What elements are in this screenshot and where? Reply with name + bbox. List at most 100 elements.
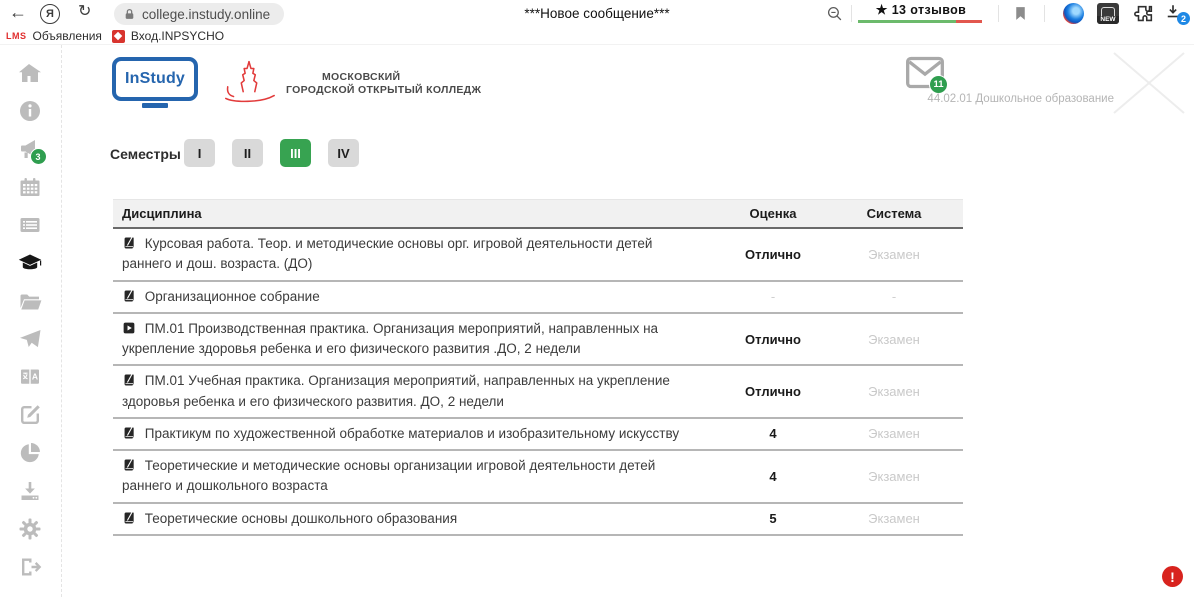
system-cell: Экзамен (825, 332, 963, 347)
bookmark-label: Объявления (33, 29, 102, 43)
lms-logo-icon: LMS (6, 31, 27, 41)
system-cell: Экзамен (825, 384, 963, 399)
system-cell: - (825, 289, 963, 304)
pie-chart-icon (18, 441, 42, 465)
address-bar[interactable]: college.instudy.online (114, 3, 284, 25)
yandex-browser-icon[interactable]: Я (40, 4, 60, 24)
instudy-logo[interactable]: InStudy (112, 57, 198, 108)
inpsycho-logo-icon (112, 30, 125, 43)
separator (851, 5, 852, 22)
home-icon (18, 61, 42, 85)
separator (1044, 5, 1045, 22)
sidebar-item-home[interactable] (18, 61, 44, 85)
reviews-label: 13 отзывов (892, 3, 967, 17)
semester-button-III[interactable]: III (280, 139, 311, 167)
college-name-line1: МОСКОВСКИЙ (322, 71, 481, 84)
sidebar-item-edit[interactable] (18, 403, 44, 427)
mail-count-badge: 11 (929, 75, 948, 94)
star-icon: ★ (876, 2, 888, 17)
sidebar: 3A (0, 45, 62, 597)
sidebar-item-folder[interactable] (18, 289, 44, 313)
discipline-cell: Теоретические и методические основы орга… (113, 456, 721, 497)
discipline-cell: Организационное собрание (113, 287, 721, 307)
sidebar-item-translate[interactable]: A (18, 365, 44, 389)
back-icon[interactable]: ← (9, 3, 27, 21)
table-row[interactable]: ПМ.01 Производственная практика. Организ… (113, 314, 963, 367)
graduation-cap-icon (18, 251, 42, 275)
mail-button[interactable]: 11 (905, 56, 951, 96)
download-arrow-icon (1170, 5, 1176, 13)
program-name: 44.02.01 Дошкольное образование (927, 93, 1114, 105)
semester-button-II[interactable]: II (232, 139, 263, 167)
table-row[interactable]: Организационное собрание-- (113, 282, 963, 314)
sidebar-item-calendar[interactable] (18, 175, 44, 199)
college-logo: МОСКОВСКИЙ ГОРОДСКОЙ ОТКРЫТЫЙ КОЛЛЕДЖ (220, 59, 481, 105)
new-badge: NEW (1097, 16, 1119, 24)
system-cell: Экзамен (825, 426, 963, 441)
discipline-cell: Курсовая работа. Теор. и методические ос… (113, 234, 721, 275)
info-icon (18, 99, 42, 123)
book-icon (122, 511, 136, 525)
table-row[interactable]: Практикум по художественной обработке ма… (113, 419, 963, 451)
bookmark-flag-icon[interactable] (1012, 4, 1029, 23)
kremlin-tower-icon (220, 59, 278, 105)
college-name-line2: ГОРОДСКОЙ ОТКРЫТЫЙ КОЛЛЕДЖ (286, 84, 481, 97)
refresh-icon[interactable]: ↻ (78, 3, 91, 21)
sidebar-item-megaphone[interactable]: 3 (18, 137, 44, 161)
url-text: college.instudy.online (142, 7, 270, 22)
sidebar-item-list-card[interactable] (18, 213, 44, 237)
play-icon (122, 321, 136, 335)
bookmark-item[interactable]: LMS Объявления (6, 29, 102, 43)
grade-cell: Отлично (721, 247, 825, 262)
gear-icon (18, 517, 42, 541)
discipline-cell: Теоретические основы дошкольного образов… (113, 509, 721, 529)
system-cell: Экзамен (825, 469, 963, 484)
sidebar-item-pie-chart[interactable] (18, 441, 44, 465)
brand-name: InStudy (125, 70, 185, 88)
lock-icon (123, 8, 136, 21)
downloads-button[interactable]: 2 (1164, 2, 1190, 26)
semester-buttons: IIIIIIIV (184, 139, 359, 167)
table-row[interactable]: Курсовая работа. Теор. и методические ос… (113, 229, 963, 282)
sidebar-item-download[interactable] (18, 479, 44, 503)
book-icon (122, 373, 136, 387)
book-icon (122, 236, 136, 250)
reviews-button[interactable]: ★ 13 отзывов (858, 2, 984, 23)
main-content: Семестры IIIIIIIV Дисциплина Оценка Сист… (62, 122, 1194, 597)
sidebar-item-logout[interactable] (18, 555, 44, 579)
discipline-cell: Практикум по художественной обработке ма… (113, 424, 721, 444)
send-icon (18, 327, 42, 351)
grades-table: Дисциплина Оценка Система Курсовая работ… (113, 199, 963, 536)
extension-new-icon[interactable]: NEW (1097, 3, 1119, 24)
list-card-icon (18, 213, 42, 237)
semester-button-IV[interactable]: IV (328, 139, 359, 167)
sidebar-item-graduation-cap[interactable] (18, 251, 44, 275)
edit-icon (18, 403, 42, 427)
separator (998, 5, 999, 22)
table-row[interactable]: Теоретические основы дошкольного образов… (113, 504, 963, 536)
app-header: InStudy МОСКОВСКИЙ ГОРОДСКОЙ ОТКРЫТЫЙ КО… (62, 45, 1194, 123)
translate-icon: A (18, 365, 42, 389)
bookmark-item[interactable]: Вход.INPSYCHO (112, 29, 224, 43)
downloads-count-badge: 2 (1177, 12, 1190, 25)
svg-text:A: A (31, 372, 37, 382)
sidebar-item-info[interactable] (18, 99, 44, 123)
discipline-cell: ПМ.01 Производственная практика. Организ… (113, 319, 721, 360)
search-zoom-icon[interactable] (826, 5, 843, 22)
sidebar-item-send[interactable] (18, 327, 44, 351)
grade-cell: 5 (721, 511, 825, 526)
semester-button-I[interactable]: I (184, 139, 215, 167)
extension-browser-icon[interactable] (1063, 3, 1084, 24)
error-notification-icon[interactable]: ! (1162, 566, 1183, 587)
folder-icon (18, 289, 42, 313)
bookmark-label: Вход.INPSYCHO (131, 29, 224, 43)
table-row[interactable]: ПМ.01 Учебная практика. Организация меро… (113, 366, 963, 419)
browser-window: ← Я ↻ college.instudy.online ***Новое со… (0, 0, 1194, 597)
col-header-grade: Оценка (721, 206, 825, 221)
book-icon (122, 289, 136, 303)
sidebar-item-gear[interactable] (18, 517, 44, 541)
extensions-puzzle-icon[interactable] (1133, 3, 1155, 25)
grade-cell: Отлично (721, 384, 825, 399)
discipline-cell: ПМ.01 Учебная практика. Организация меро… (113, 371, 721, 412)
table-row[interactable]: Теоретические и методические основы орга… (113, 451, 963, 504)
